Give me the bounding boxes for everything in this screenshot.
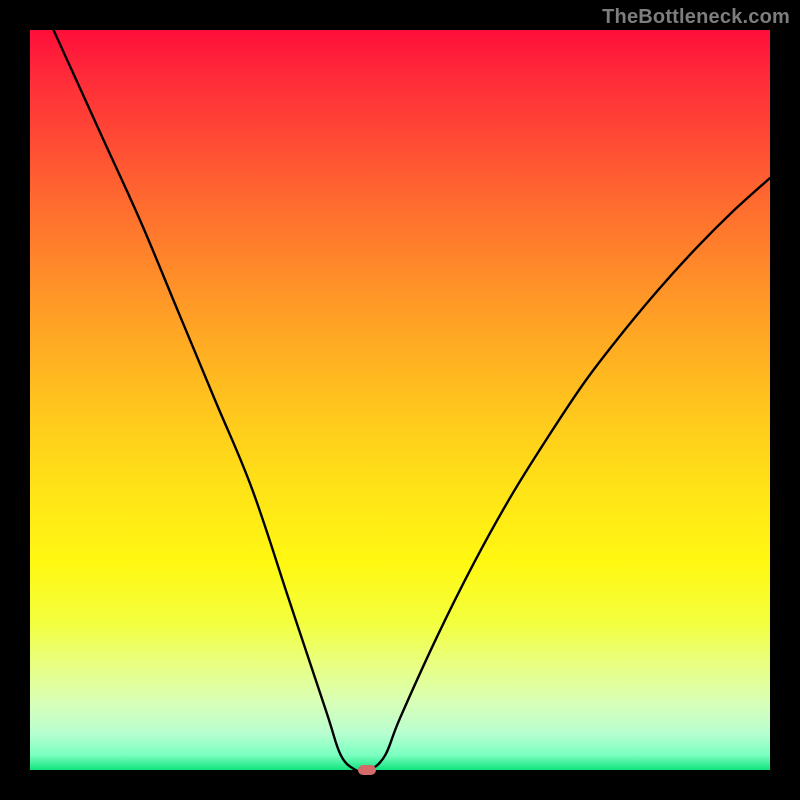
- plot-area: [30, 30, 770, 770]
- chart-container: TheBottleneck.com: [0, 0, 800, 800]
- optimum-marker: [358, 765, 376, 775]
- watermark-text: TheBottleneck.com: [602, 6, 790, 29]
